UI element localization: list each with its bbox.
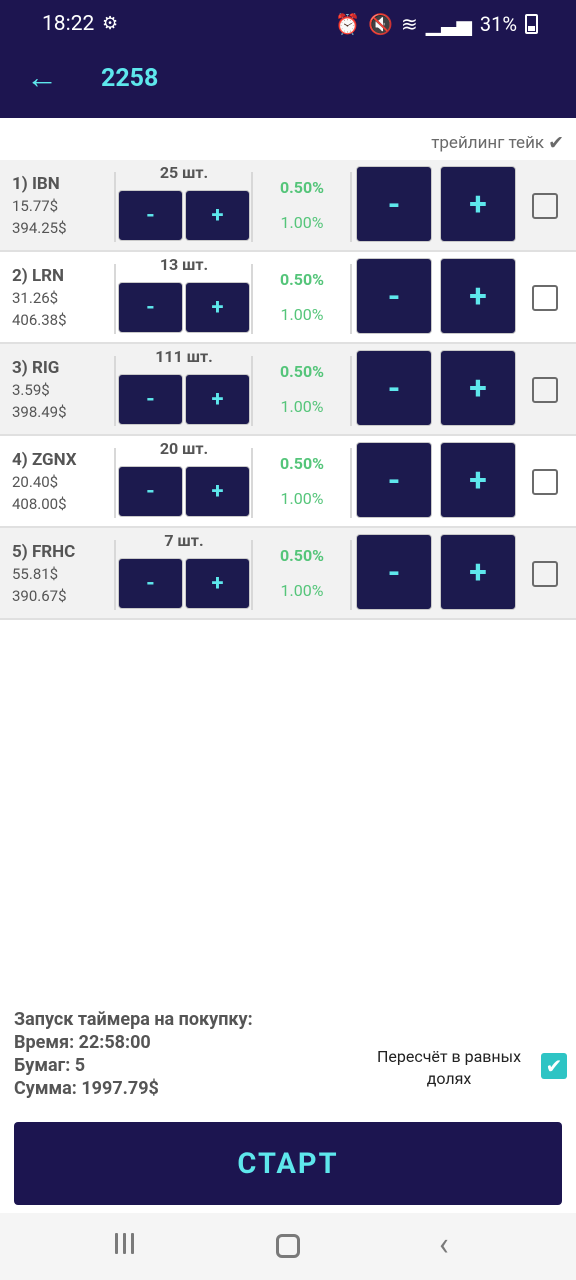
percent-plus-button[interactable]: +	[440, 350, 516, 426]
stock-row: 4) ZGNX 20.40$ 408.00$ 20 шт. - + 0.50% …	[0, 436, 576, 528]
mute-icon: 🔇	[368, 12, 393, 36]
timer-summary: Запуск таймера на покупку: Время: 22:58:…	[14, 1008, 253, 1100]
back-icon[interactable]: ‹	[439, 1225, 449, 1263]
qty-minus-button[interactable]: -	[118, 558, 183, 609]
trailing-take[interactable]: трейлинг тейк ✔	[431, 131, 564, 154]
percent-secondary: 1.00%	[280, 581, 324, 600]
qty-minus-button[interactable]: -	[118, 282, 183, 333]
back-arrow-icon[interactable]: ←	[26, 61, 58, 93]
quantity-label: 111 шт.	[155, 347, 213, 366]
stock-row: 5) FRHC 55.81$ 390.67$ 7 шт. - + 0.50% 1…	[0, 528, 576, 620]
stock-row: 1) IBN 15.77$ 394.25$ 25 шт. - + 0.50% 1…	[0, 160, 576, 252]
system-nav-bar: ‹	[0, 1213, 576, 1280]
stock-name: 1) IBN	[12, 174, 60, 194]
battery-percent: 31%	[479, 12, 517, 36]
divider	[350, 172, 352, 242]
stock-name: 4) ZGNX	[12, 450, 77, 470]
start-button[interactable]: СТАРТ	[14, 1122, 562, 1205]
qty-plus-button[interactable]: +	[185, 282, 250, 333]
percent-plus-button[interactable]: +	[440, 534, 516, 610]
divider	[350, 448, 352, 518]
quantity-label: 25 шт.	[159, 163, 209, 182]
row-checkbox[interactable]	[532, 469, 558, 495]
home-icon[interactable]	[276, 1234, 300, 1258]
stock-price: 3.59$	[12, 381, 50, 399]
qty-plus-button[interactable]: +	[185, 466, 250, 517]
stock-price: 20.40$	[12, 473, 59, 491]
divider	[350, 540, 352, 610]
stock-name: 3) RIG	[12, 358, 60, 378]
stock-total: 408.00$	[12, 495, 67, 513]
trailing-take-label: трейлинг тейк	[431, 132, 545, 153]
percent-minus-button[interactable]: -	[356, 534, 432, 610]
percent-secondary: 1.00%	[280, 489, 324, 508]
percent-primary: 0.50%	[279, 178, 324, 197]
divider	[114, 540, 116, 610]
divider	[114, 264, 116, 334]
row-checkbox[interactable]	[532, 377, 558, 403]
quantity-label: 20 шт.	[159, 439, 209, 458]
summary-heading: Запуск таймера на покупку:	[14, 1009, 253, 1030]
settings-status-icon: ⚙	[102, 13, 119, 34]
qty-plus-button[interactable]: +	[185, 558, 250, 609]
app-bar: 18:22 ⚙ ⏰ 🔇 ≋ ▁▃▅ 31% ← 2258	[0, 0, 576, 118]
qty-minus-button[interactable]: -	[118, 190, 183, 241]
stock-price: 15.77$	[12, 197, 59, 215]
signal-icon: ▁▃▅	[425, 12, 472, 36]
divider	[114, 356, 116, 426]
percent-minus-button[interactable]: -	[356, 258, 432, 334]
percent-minus-button[interactable]: -	[356, 350, 432, 426]
percent-minus-button[interactable]: -	[356, 442, 432, 518]
percent-secondary: 1.00%	[280, 305, 324, 324]
stock-total: 390.67$	[12, 587, 67, 605]
divider	[114, 448, 116, 518]
alarm-icon: ⏰	[335, 12, 361, 36]
stock-total: 406.38$	[12, 311, 67, 329]
percent-primary: 0.50%	[279, 270, 324, 289]
summary-time: Время: 22:58:00	[14, 1032, 151, 1053]
quantity-label: 7 шт.	[164, 531, 204, 550]
percent-primary: 0.50%	[279, 546, 324, 565]
stock-row: 2) LRN 31.26$ 406.38$ 13 шт. - + 0.50% 1…	[0, 252, 576, 344]
stock-total: 394.25$	[12, 219, 67, 237]
divider	[350, 264, 352, 334]
summary-sum: Сумма: 1997.79$	[14, 1078, 159, 1099]
status-time: 18:22	[42, 12, 95, 36]
percent-primary: 0.50%	[279, 362, 324, 381]
percent-secondary: 1.00%	[280, 397, 324, 416]
recent-apps-icon[interactable]	[115, 1233, 137, 1255]
percent-secondary: 1.00%	[280, 213, 324, 232]
battery-icon	[525, 14, 538, 34]
row-checkbox[interactable]	[532, 561, 558, 587]
percent-plus-button[interactable]: +	[440, 258, 516, 334]
percent-plus-button[interactable]: +	[440, 166, 516, 242]
summary-papers: Бумаг: 5	[14, 1055, 86, 1076]
percent-plus-button[interactable]: +	[440, 442, 516, 518]
check-icon: ✔	[548, 131, 564, 154]
qty-minus-button[interactable]: -	[118, 466, 183, 517]
page-title: 2258	[101, 64, 159, 93]
stock-price: 31.26$	[12, 289, 59, 307]
qty-plus-button[interactable]: +	[185, 190, 250, 241]
quantity-label: 13 шт.	[159, 255, 209, 274]
row-checkbox[interactable]	[532, 285, 558, 311]
stock-price: 55.81$	[12, 565, 59, 583]
row-checkbox[interactable]	[532, 193, 558, 219]
qty-plus-button[interactable]: +	[185, 374, 250, 425]
stock-row: 3) RIG 3.59$ 398.49$ 111 шт. - + 0.50% 1…	[0, 344, 576, 436]
recalc-checkbox[interactable]: ✔	[541, 1053, 567, 1079]
recalc-label: Пересчёт в равных долях	[376, 1047, 522, 1088]
divider	[350, 356, 352, 426]
check-icon: ✔	[545, 1054, 563, 1078]
percent-minus-button[interactable]: -	[356, 166, 432, 242]
wifi-icon: ≋	[400, 12, 418, 36]
qty-minus-button[interactable]: -	[118, 374, 183, 425]
divider	[114, 172, 116, 242]
stock-total: 398.49$	[12, 403, 67, 421]
stock-name: 5) FRHC	[12, 542, 76, 562]
percent-primary: 0.50%	[279, 454, 324, 473]
stock-name: 2) LRN	[12, 266, 65, 286]
status-icons: ⏰ 🔇 ≋ ▁▃▅ 31%	[335, 12, 538, 36]
